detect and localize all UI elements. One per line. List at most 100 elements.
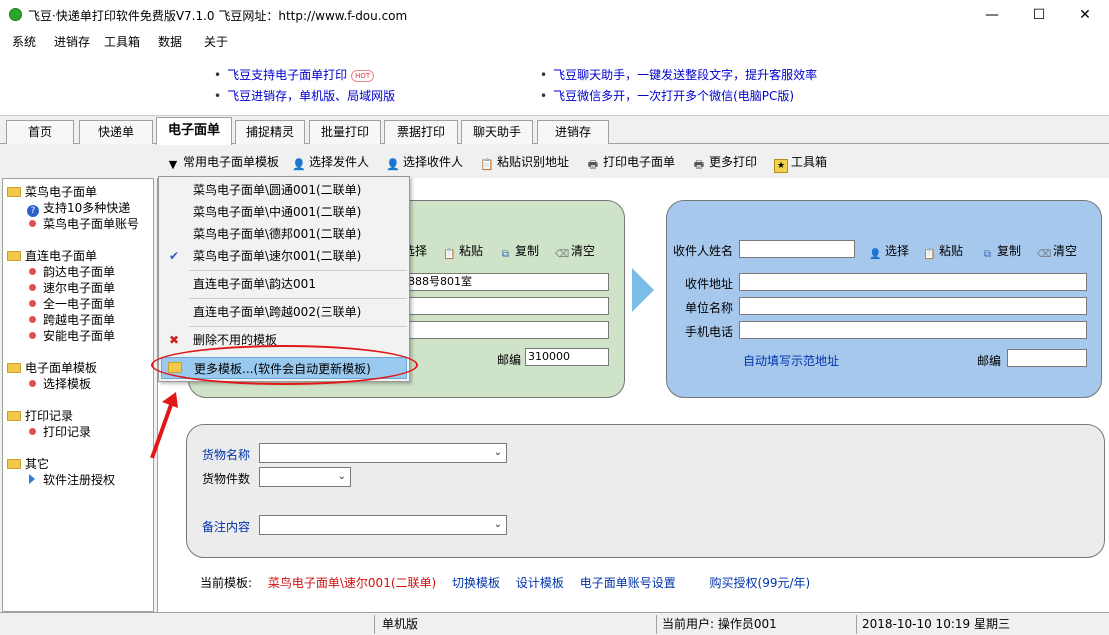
receiver-zip-input[interactable] <box>1007 349 1087 367</box>
print-eorder-button[interactable]: 🖶 打印电子面单 <box>586 153 675 172</box>
menu-separator <box>189 270 407 271</box>
window-title: 飞豆·快递单打印软件免费版V7.1.0 飞豆网址：http://www.f-do… <box>28 9 408 23</box>
tree-item-suer[interactable]: 速尔电子面单 <box>29 279 115 296</box>
menu-toolbox[interactable]: 工具箱 <box>104 33 140 50</box>
buy-license-link[interactable]: 购买授权(99元/年) <box>710 576 811 590</box>
select-receiver-button[interactable]: 👤 选择收件人 <box>386 153 463 172</box>
sender-phone-input[interactable] <box>405 321 609 339</box>
app-icon <box>9 8 22 21</box>
menu-data[interactable]: 数据 <box>158 33 182 50</box>
menu-separator <box>189 298 407 299</box>
tree-item-anneng[interactable]: 安能电子面单 <box>29 327 115 344</box>
receiver-company-label: 单位名称 <box>685 301 734 315</box>
chevron-down-icon: ⌄ <box>493 519 502 530</box>
tab-eorder[interactable]: 电子面单 <box>156 117 232 145</box>
tree-group-cainiao[interactable]: 菜鸟电子面单 <box>7 183 97 200</box>
title-bar: 飞豆·快递单打印软件免费版V7.1.0 飞豆网址：http://www.f-do… <box>0 0 1109 30</box>
autofill-demo-link[interactable]: 自动填写示范地址 <box>743 352 839 369</box>
template-item-yuantong[interactable]: 菜鸟电子面单\圆通001(二联单) <box>161 179 407 201</box>
receiver-name-label: 收件人姓名 <box>673 244 734 258</box>
tree-item-cainiao-account[interactable]: 菜鸟电子面单账号 <box>29 215 139 232</box>
receiver-zip-label: 邮编 <box>977 354 1002 368</box>
template-item-suer[interactable]: ✔ 菜鸟电子面单\速尔001(二联单) <box>161 245 407 267</box>
chevron-down-icon: ⌄ <box>337 471 346 482</box>
banner-link-wechat[interactable]: • 飞豆微信多开，一次打开多个微信(电脑PC版) <box>540 87 794 104</box>
tree-group-templates[interactable]: 电子面单模板 <box>7 359 97 376</box>
template-item-kuayue[interactable]: 直连电子面单\跨越002(三联单) <box>161 301 407 323</box>
annotation-arrow-icon <box>150 392 178 459</box>
tree-item-yunda[interactable]: 韵达电子面单 <box>29 263 115 280</box>
tab-capture[interactable]: 捕捉精灵 <box>235 120 305 144</box>
status-bar: 单机版 当前用户: 操作员001 2018-10-10 10:19 星期三 <box>0 612 1109 635</box>
receiver-clear-button[interactable]: ⌫ 清空 <box>1037 242 1077 261</box>
template-dropdown-button[interactable]: ▼ 常用电子面单模板 <box>166 153 279 172</box>
template-item-zhongtong[interactable]: 菜鸟电子面单\中通001(二联单) <box>161 201 407 223</box>
receiver-phone-input[interactable] <box>739 321 1087 339</box>
select-sender-button[interactable]: 👤 选择发件人 <box>292 153 369 172</box>
clipboard-icon: 📋 <box>923 249 936 260</box>
template-item-yunda[interactable]: 直连电子面单\韵达001 <box>161 273 407 295</box>
menu-system[interactable]: 系统 <box>12 33 36 50</box>
status-datetime: 2018-10-10 10:19 星期三 <box>862 617 1010 631</box>
menu-bar: 系统 进销存 工具箱 数据 关于 <box>0 30 1109 52</box>
maximize-button[interactable]: ☐ <box>1016 0 1062 30</box>
tab-receipt-print[interactable]: 票据打印 <box>384 120 458 144</box>
minimize-button[interactable]: — <box>969 0 1015 30</box>
printer-icon: 🖶 <box>693 158 705 171</box>
sender-address-input[interactable]: 888号801室 <box>405 273 609 291</box>
tree-item-register[interactable]: 软件注册授权 <box>29 471 115 488</box>
tab-express[interactable]: 快递单 <box>79 120 153 144</box>
receiver-name-input[interactable] <box>739 240 855 258</box>
banner-link-eorder[interactable]: • 飞豆支持电子面单打印 HOT <box>214 66 375 83</box>
tab-chat-assistant[interactable]: 聊天助手 <box>461 120 533 144</box>
menu-inventory[interactable]: 进销存 <box>54 33 90 50</box>
sender-copy-button[interactable]: ⧉ 复制 <box>499 242 539 261</box>
sender-paste-button[interactable]: 📋 粘贴 <box>443 242 483 261</box>
tree-item-select-template[interactable]: 选择模板 <box>29 375 91 392</box>
note-select[interactable]: ⌄ <box>259 515 507 535</box>
sender-clear-button[interactable]: ⌫ 清空 <box>555 242 595 261</box>
folder-icon <box>7 363 21 373</box>
status-mode: 单机版 <box>382 617 419 631</box>
banner-link-inventory[interactable]: • 飞豆进销存，单机版、局域网版 <box>214 87 395 104</box>
menu-about[interactable]: 关于 <box>204 33 228 50</box>
receiver-copy-button[interactable]: ⧉ 复制 <box>981 242 1021 261</box>
more-print-button[interactable]: 🖶 更多打印 <box>692 153 757 172</box>
folder-icon <box>7 187 21 197</box>
receiver-company-input[interactable] <box>739 297 1087 315</box>
goods-name-select[interactable]: ⌄ <box>259 443 507 463</box>
printer-icon: 🖶 <box>587 158 599 171</box>
tree-item-print-records[interactable]: 打印记录 <box>29 423 91 440</box>
tab-home[interactable]: 首页 <box>6 120 74 144</box>
design-template-link[interactable]: 设计模板 <box>516 576 564 590</box>
receiver-address-label: 收件地址 <box>685 277 734 291</box>
tree-group-direct[interactable]: 直连电子面单 <box>7 247 97 264</box>
receiver-paste-button[interactable]: 📋 粘贴 <box>923 242 963 261</box>
close-button[interactable]: ✕ <box>1062 0 1108 30</box>
switch-template-link[interactable]: 切换模板 <box>452 576 500 590</box>
eraser-icon: ⌫ <box>555 249 570 260</box>
tree-group-print-records[interactable]: 打印记录 <box>7 407 73 424</box>
sender-company-input[interactable] <box>405 297 609 315</box>
tree-group-other[interactable]: 其它 <box>7 455 49 472</box>
receiver-select-button[interactable]: 👤 选择 <box>869 242 909 261</box>
eorder-account-link[interactable]: 电子面单账号设置 <box>580 576 676 590</box>
play-icon <box>29 474 35 484</box>
folder-icon <box>7 411 21 421</box>
sender-zip-input[interactable]: 310000 <box>525 348 609 366</box>
template-item-debang[interactable]: 菜鸟电子面单\德邦001(二联单) <box>161 223 407 245</box>
tab-inventory[interactable]: 进销存 <box>537 120 609 144</box>
tab-batch-print[interactable]: 批量打印 <box>309 120 381 144</box>
clipboard-icon: 📋 <box>480 158 494 171</box>
tree-item-kuayue[interactable]: 跨越电子面单 <box>29 311 115 328</box>
banner-link-chat[interactable]: • 飞豆聊天助手，一键发送整段文字，提升客服效率 <box>540 66 817 83</box>
goods-panel: 货物名称 ⌄ 货物件数 ⌄ 备注内容 ⌄ <box>186 424 1105 558</box>
chevron-down-icon: ⌄ <box>493 447 502 458</box>
eraser-icon: ⌫ <box>1037 249 1052 260</box>
goods-count-label: 货物件数 <box>202 472 251 486</box>
paste-address-button[interactable]: 📋 粘贴识别地址 <box>480 153 569 172</box>
tree-item-quanyi[interactable]: 全一电子面单 <box>29 295 115 312</box>
toolbox-button[interactable]: ★ 工具箱 <box>774 153 827 173</box>
receiver-address-input[interactable] <box>739 273 1087 291</box>
goods-count-select[interactable]: ⌄ <box>259 467 351 487</box>
